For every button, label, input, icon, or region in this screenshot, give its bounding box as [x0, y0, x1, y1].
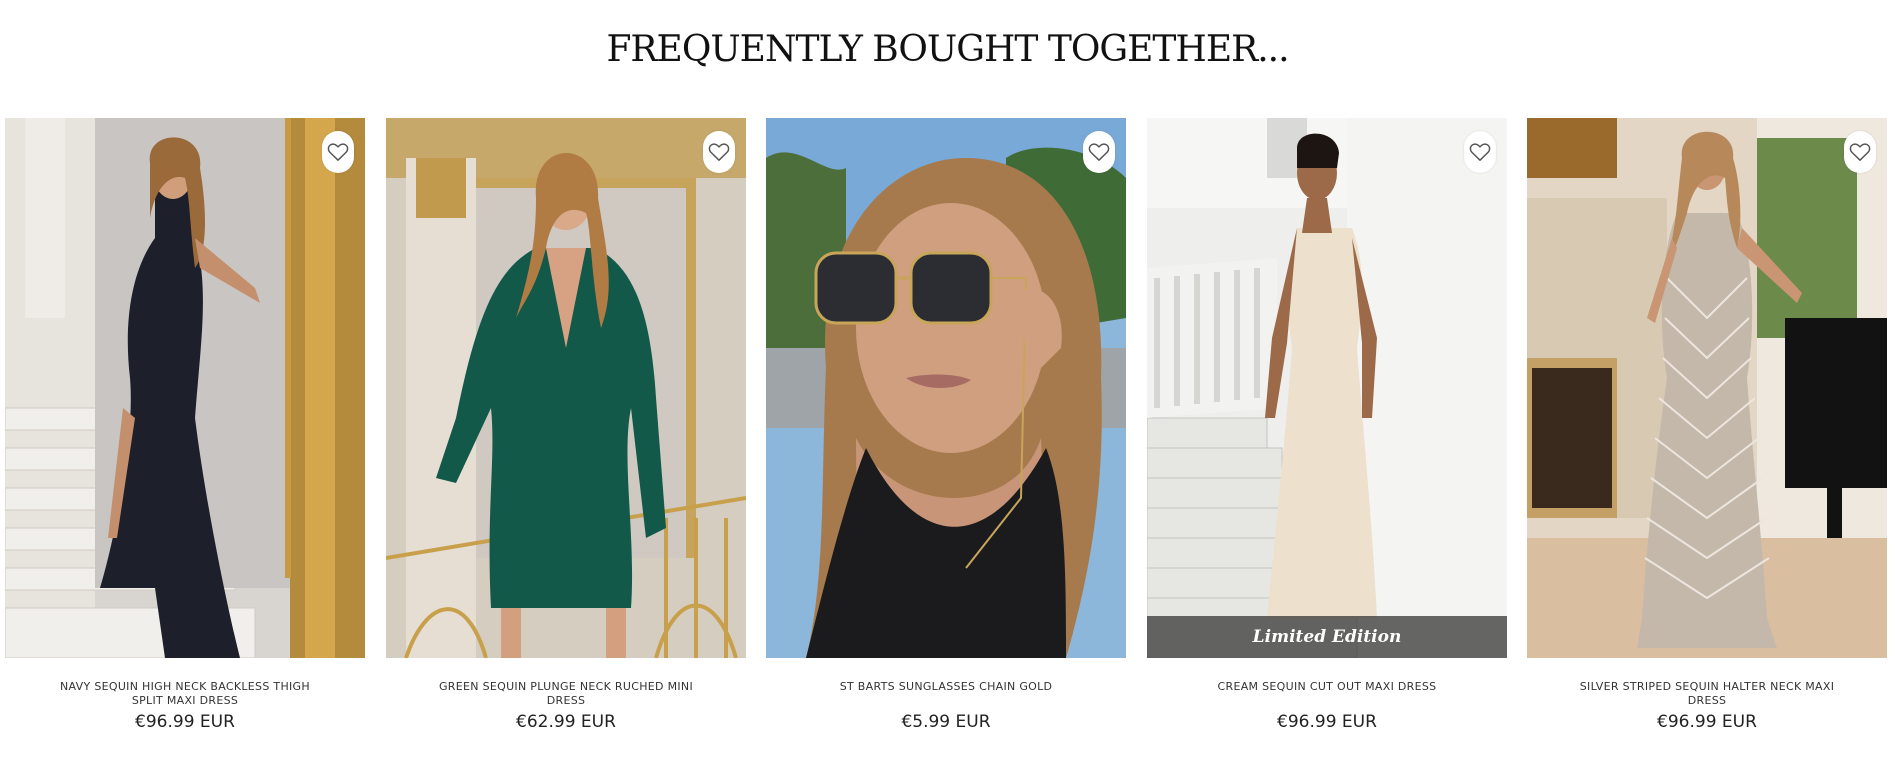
product-name[interactable]: NAVY SEQUIN HIGH NECK BACKLESS THIGH SPL…: [45, 680, 325, 708]
wishlist-button[interactable]: [1083, 131, 1115, 173]
heart-outline-icon: [327, 143, 349, 161]
product-carousel: NAVY SEQUIN HIGH NECK BACKLESS THIGH SPL…: [5, 118, 1890, 738]
product-price: €62.99 EUR: [516, 712, 616, 732]
product-price: €96.99 EUR: [135, 712, 235, 732]
product-card[interactable]: SILVER STRIPED SEQUIN HALTER NECK MAXI D…: [1527, 118, 1887, 738]
heart-outline-icon: [1469, 143, 1491, 161]
product-photo: [5, 118, 365, 658]
product-card[interactable]: NAVY SEQUIN HIGH NECK BACKLESS THIGH SPL…: [5, 118, 365, 738]
section-title: FREQUENTLY BOUGHT TOGETHER...: [606, 29, 1289, 70]
wishlist-button[interactable]: [1844, 131, 1876, 173]
wishlist-button[interactable]: [322, 131, 354, 173]
product-price: €96.99 EUR: [1277, 712, 1377, 732]
product-image[interactable]: [5, 118, 365, 658]
product-price: €5.99 EUR: [901, 712, 991, 732]
product-photo: [1527, 118, 1887, 658]
product-image[interactable]: Limited Edition: [1147, 118, 1507, 658]
product-name[interactable]: ST BARTS SUNGLASSES CHAIN GOLD: [806, 680, 1086, 694]
product-card[interactable]: ST BARTS SUNGLASSES CHAIN GOLD €5.99 EUR: [766, 118, 1126, 738]
product-image[interactable]: [1527, 118, 1887, 658]
product-card[interactable]: Limited Edition CREAM SEQUIN CUT OUT MAX…: [1147, 118, 1507, 738]
product-name[interactable]: SILVER STRIPED SEQUIN HALTER NECK MAXI D…: [1567, 680, 1847, 708]
wishlist-button[interactable]: [1464, 131, 1496, 173]
product-name[interactable]: CREAM SEQUIN CUT OUT MAXI DRESS: [1187, 680, 1467, 694]
product-card[interactable]: GREEN SEQUIN PLUNGE NECK RUCHED MINI DRE…: [386, 118, 746, 738]
product-price: €96.99 EUR: [1657, 712, 1757, 732]
heart-outline-icon: [708, 143, 730, 161]
wishlist-button[interactable]: [703, 131, 735, 173]
heart-outline-icon: [1849, 143, 1871, 161]
product-image[interactable]: [766, 118, 1126, 658]
limited-edition-badge: Limited Edition: [1147, 616, 1507, 658]
product-photo: [1147, 118, 1507, 658]
product-photo: [386, 118, 746, 658]
product-image[interactable]: [386, 118, 746, 658]
product-photo: [766, 118, 1126, 658]
product-name[interactable]: GREEN SEQUIN PLUNGE NECK RUCHED MINI DRE…: [426, 680, 706, 708]
heart-outline-icon: [1088, 143, 1110, 161]
